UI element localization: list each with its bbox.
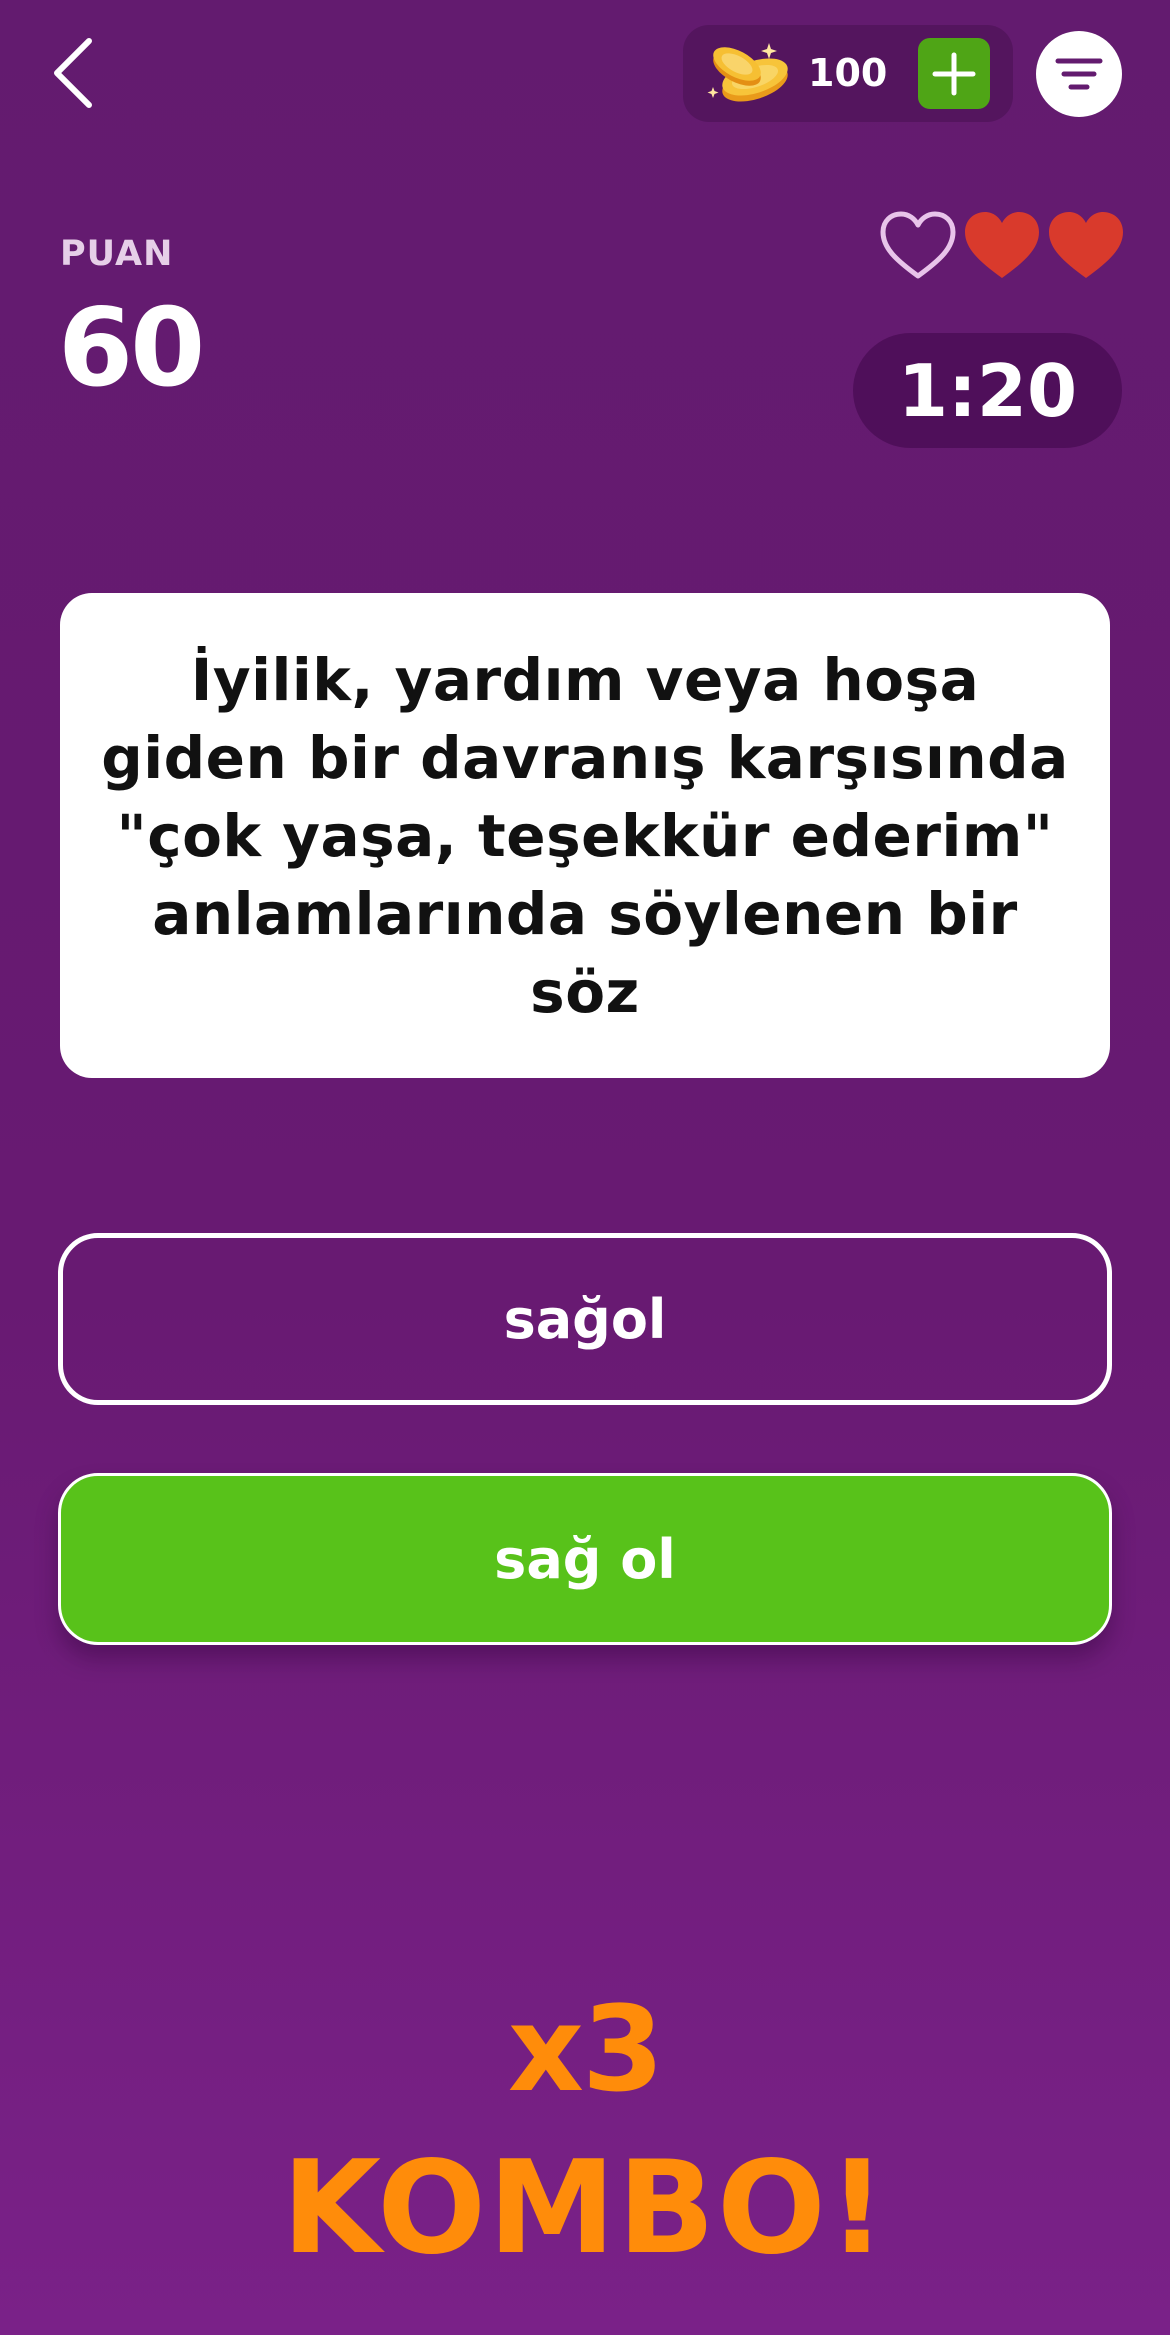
combo-multiplier: x3 — [507, 1980, 664, 2118]
coin-balance: 100 — [683, 25, 1013, 122]
lives — [878, 210, 1128, 290]
heart-icon-full — [965, 212, 1039, 278]
combo-text: KOMBO! — [281, 2134, 889, 2283]
question-card: İyilik, yardım veya hoşa giden bir davra… — [60, 593, 1110, 1078]
chevron-left-icon — [54, 38, 92, 108]
answer-option-2[interactable]: sağ ol — [58, 1473, 1112, 1645]
plus-icon — [932, 52, 976, 95]
filter-lines-icon — [1055, 58, 1103, 90]
score-value: 60 — [58, 286, 205, 411]
heart-icon-full — [1049, 212, 1123, 278]
question-text: İyilik, yardım veya hoşa giden bir davra… — [101, 645, 1069, 1026]
coin-count: 100 — [808, 51, 888, 95]
timer: 1:20 — [853, 333, 1122, 448]
score-label: PUAN — [60, 234, 174, 274]
menu-button[interactable] — [1036, 31, 1122, 117]
back-button[interactable] — [38, 34, 108, 112]
answer-option-1[interactable]: sağol — [58, 1233, 1112, 1405]
add-coins-button[interactable] — [918, 38, 990, 109]
coins-icon — [707, 43, 788, 102]
heart-icon-empty — [880, 211, 956, 279]
